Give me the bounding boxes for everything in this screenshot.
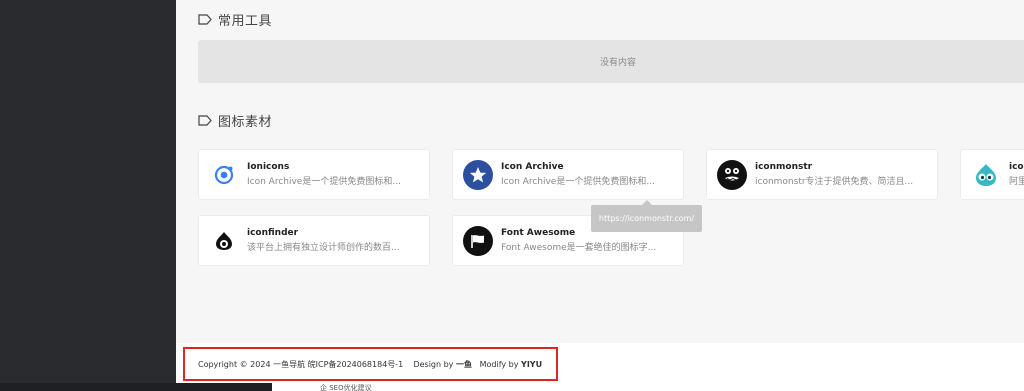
card-title: Icon Archive bbox=[501, 162, 564, 172]
card-title: Ionicons bbox=[247, 162, 290, 172]
sidebar bbox=[0, 0, 176, 391]
iconfont-logo-icon bbox=[971, 160, 1001, 190]
flag-logo-icon bbox=[463, 225, 493, 256]
card-description: 该平台上拥有独立设计师创作的数百... bbox=[247, 243, 400, 253]
empty-placeholder: 没有内容 bbox=[198, 40, 1024, 83]
highlight-box bbox=[183, 347, 558, 381]
tag-icon bbox=[198, 14, 212, 25]
card-description: 阿里 bbox=[1009, 177, 1024, 187]
card-title: iconmonstr bbox=[755, 162, 813, 172]
card-title: ico bbox=[1009, 162, 1024, 172]
card-title: iconfinder bbox=[247, 228, 299, 238]
card-description: Icon Archive是一个提供免费图标和... bbox=[247, 177, 401, 187]
card-description: iconmonstr专注于提供免费、简洁且... bbox=[755, 177, 914, 187]
monster-logo-icon bbox=[717, 159, 747, 190]
site-card[interactable]: iconfinder 该平台上拥有独立设计师创作的数百... bbox=[198, 215, 430, 266]
card-description: Font Awesome是一套绝佳的图标字... bbox=[501, 243, 657, 253]
card-description: Icon Archive是一个提供免费图标和... bbox=[501, 177, 655, 187]
bottom-snippet: 企 SEO优化建议 bbox=[320, 384, 372, 391]
main-content: 常用工具 没有内容 图标素材 Ionicons Icon Archive是一个提… bbox=[176, 0, 1024, 343]
bottom-bar: 企 SEO优化建议 bbox=[0, 383, 1024, 391]
section-title: 图标素材 bbox=[218, 115, 273, 130]
site-card[interactable]: Icon Archive Icon Archive是一个提供免费图标和... bbox=[452, 149, 684, 200]
section-header-tools: 常用工具 bbox=[198, 10, 272, 29]
ionicons-logo-icon bbox=[209, 160, 239, 190]
url-tooltip: https://iconmonstr.com/ bbox=[591, 200, 702, 232]
tag-icon bbox=[198, 115, 212, 126]
site-card[interactable]: iconmonstr iconmonstr专注于提供免费、简洁且... bbox=[706, 149, 938, 200]
star-logo-icon bbox=[463, 159, 493, 190]
site-card[interactable]: Ionicons Icon Archive是一个提供免费图标和... bbox=[198, 149, 430, 200]
section-title: 常用工具 bbox=[218, 14, 273, 29]
site-card[interactable]: ico 阿里 bbox=[960, 149, 1024, 200]
section-header-icons: 图标素材 bbox=[198, 111, 272, 130]
bottom-dark-strip bbox=[0, 383, 272, 391]
iconfinder-logo-icon bbox=[209, 226, 239, 256]
